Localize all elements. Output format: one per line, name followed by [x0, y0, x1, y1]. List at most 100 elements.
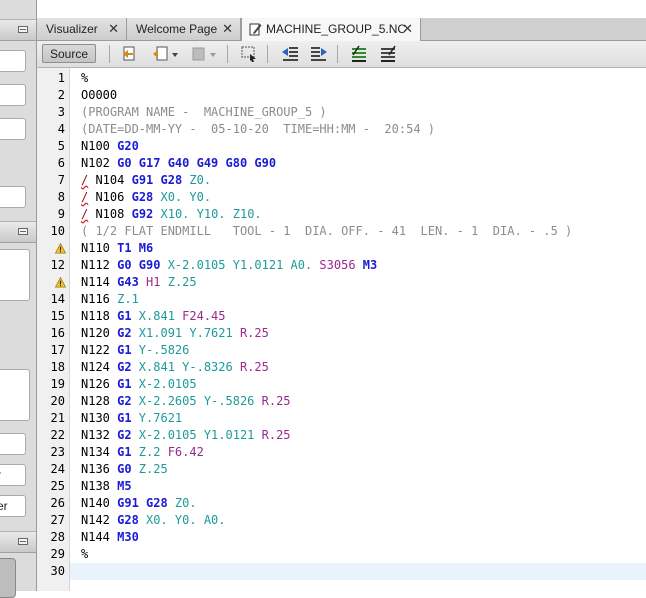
minimize-icon[interactable]	[18, 228, 28, 235]
gcode-keyword: G20	[117, 139, 139, 153]
code-line[interactable]: %	[81, 546, 88, 563]
code-line[interactable]: / N104 G91 G28 Z0.	[81, 172, 211, 189]
side-field-6[interactable]: r	[0, 464, 26, 486]
code-line[interactable]: N132 G2 X-2.0105 Y1.0121 R.25	[81, 427, 291, 444]
side-button[interactable]	[0, 558, 16, 598]
history-icon[interactable]	[151, 45, 179, 63]
line-number: 8	[57, 190, 65, 204]
line-number: 17	[50, 343, 65, 357]
code-token: N134	[81, 445, 118, 459]
line-number: 14	[50, 292, 65, 306]
minimize-icon[interactable]	[18, 26, 28, 33]
code-line[interactable]: O0000	[81, 87, 117, 104]
code-token: N108	[88, 207, 132, 221]
code-line[interactable]: N142 G28 X0. Y0. A0.	[81, 512, 226, 529]
code-line[interactable]: / N108 G92 X10. Y10. Z10.	[81, 206, 262, 223]
code-token: Z.1	[117, 292, 139, 306]
code-editor[interactable]: % O0000 (PROGRAM NAME - MACHINE_GROUP_5 ) (…	[70, 68, 646, 591]
line-number-gutter: 1234567891011121314151617181920212223242…	[37, 68, 70, 591]
line-number: 6	[57, 156, 65, 170]
tab-machine-group-5[interactable]: MACHINE_GROUP_5.NC ✕	[241, 18, 421, 41]
code-token: %	[81, 71, 89, 85]
code-line[interactable]: N138 M5	[81, 478, 132, 495]
select-icon[interactable]	[240, 45, 258, 63]
code-line[interactable]: N102 G0 G17 G40 G49 G80 G90	[81, 155, 276, 172]
source-button[interactable]: Source	[42, 44, 96, 63]
code-comment: (PROGRAM NAME - MACHINE_GROUP_5 )	[81, 105, 327, 119]
toolbar-separator	[267, 45, 268, 63]
code-line[interactable]: N100 G20	[81, 138, 139, 155]
side-field-5[interactable]	[0, 433, 26, 455]
left-panel: r er	[0, 0, 37, 598]
code-line[interactable]: N122 G1 Y-.5826	[81, 342, 189, 359]
code-token: Y.7621	[131, 411, 183, 425]
code-line[interactable]: (DATE=DD-MM-YY - 05-10-20 TIME=HH:MM - 2…	[81, 121, 435, 138]
line-number: 7	[57, 173, 65, 187]
code-line[interactable]: N130 G1 Y.7621	[81, 410, 182, 427]
line-number: 16	[50, 326, 65, 340]
uncomment-icon[interactable]	[379, 45, 397, 63]
close-icon[interactable]: ✕	[108, 18, 119, 40]
code-line[interactable]: / N106 G28 X0. Y0.	[81, 189, 211, 206]
line-number: 3	[57, 105, 65, 119]
gcode-keyword: G1	[117, 309, 132, 323]
line-number: 5	[57, 139, 65, 153]
code-token: O0000	[81, 88, 118, 102]
code-line[interactable]: N116 Z.1	[81, 291, 139, 308]
code-token: Z.25	[160, 275, 197, 289]
go-back-icon[interactable]	[120, 45, 138, 63]
line-number: 1	[57, 71, 65, 85]
line-number: 23	[50, 445, 65, 459]
code-token: N124	[81, 360, 118, 374]
code-line[interactable]: %	[81, 70, 88, 87]
code-line[interactable]: N126 G1 X-2.0105	[81, 376, 197, 393]
disabled-dropdown-icon[interactable]	[189, 45, 217, 63]
side-field-4[interactable]	[0, 186, 26, 208]
code-line[interactable]: N136 G0 Z.25	[81, 461, 168, 478]
warning-icon[interactable]	[55, 277, 66, 288]
side-field-1[interactable]	[0, 50, 26, 72]
gcode-keyword: G2	[117, 360, 132, 374]
line-number: 24	[50, 462, 65, 476]
tab-visualizer[interactable]: Visualizer ✕	[37, 18, 127, 40]
code-token: N144	[81, 530, 118, 544]
code-line[interactable]: N124 G2 X.841 Y-.8326 R.25	[81, 359, 269, 376]
gcode-keyword: G1	[117, 343, 132, 357]
gcode-keyword: G0	[117, 462, 132, 476]
code-line[interactable]: N128 G2 X-2.2605 Y-.5826 R.25	[81, 393, 291, 410]
side-field-2[interactable]	[0, 84, 26, 106]
code-token: N118	[81, 309, 118, 323]
gcode-keyword: G92	[131, 207, 154, 221]
code-line[interactable]: N112 G0 G90 X-2.0105 Y1.0121 A0. S3056 M…	[81, 257, 377, 274]
code-token: R.25	[254, 394, 291, 408]
code-line[interactable]: N114 G43 H1 Z.25	[81, 274, 197, 291]
gcode-keyword: T1 M6	[117, 241, 154, 255]
panel-header-2[interactable]	[0, 221, 36, 243]
line-number: 30	[50, 564, 65, 578]
close-icon[interactable]: ✕	[402, 18, 413, 40]
warning-icon[interactable]	[55, 243, 66, 254]
gcode-keyword: G0 G90	[117, 258, 161, 272]
gcode-keyword: G1	[117, 411, 132, 425]
code-line[interactable]: N134 G1 Z.2 F6.42	[81, 444, 204, 461]
shift-right-icon[interactable]	[310, 45, 328, 63]
close-icon[interactable]: ✕	[222, 18, 233, 40]
side-field-7[interactable]: er	[0, 495, 26, 517]
code-line[interactable]: N140 G91 G28 Z0.	[81, 495, 197, 512]
code-comment: (DATE=DD-MM-YY - 05-10-20 TIME=HH:MM - 2…	[81, 122, 436, 136]
tab-welcome-page[interactable]: Welcome Page ✕	[127, 18, 241, 40]
shift-left-icon[interactable]	[281, 45, 299, 63]
code-line[interactable]: N110 T1 M6	[81, 240, 153, 257]
panel-header-1[interactable]	[0, 19, 36, 41]
code-line[interactable]: N120 G2 X1.091 Y.7621 R.25	[81, 325, 269, 342]
minimize-icon[interactable]	[18, 538, 28, 545]
comment-icon[interactable]	[350, 45, 368, 63]
code-line[interactable]: (PROGRAM NAME - MACHINE_GROUP_5 )	[81, 104, 327, 121]
code-line[interactable]: N144 M30	[81, 529, 139, 546]
panel-header-3[interactable]	[0, 531, 36, 553]
side-field-3[interactable]	[0, 118, 26, 140]
toolbar-separator	[337, 45, 338, 63]
code-token: X-2.0105	[131, 377, 197, 391]
code-line[interactable]: N118 G1 X.841 F24.45	[81, 308, 226, 325]
code-line[interactable]: ( 1/2 FLAT ENDMILL TOOL - 1 DIA. OFF. - …	[81, 223, 572, 240]
